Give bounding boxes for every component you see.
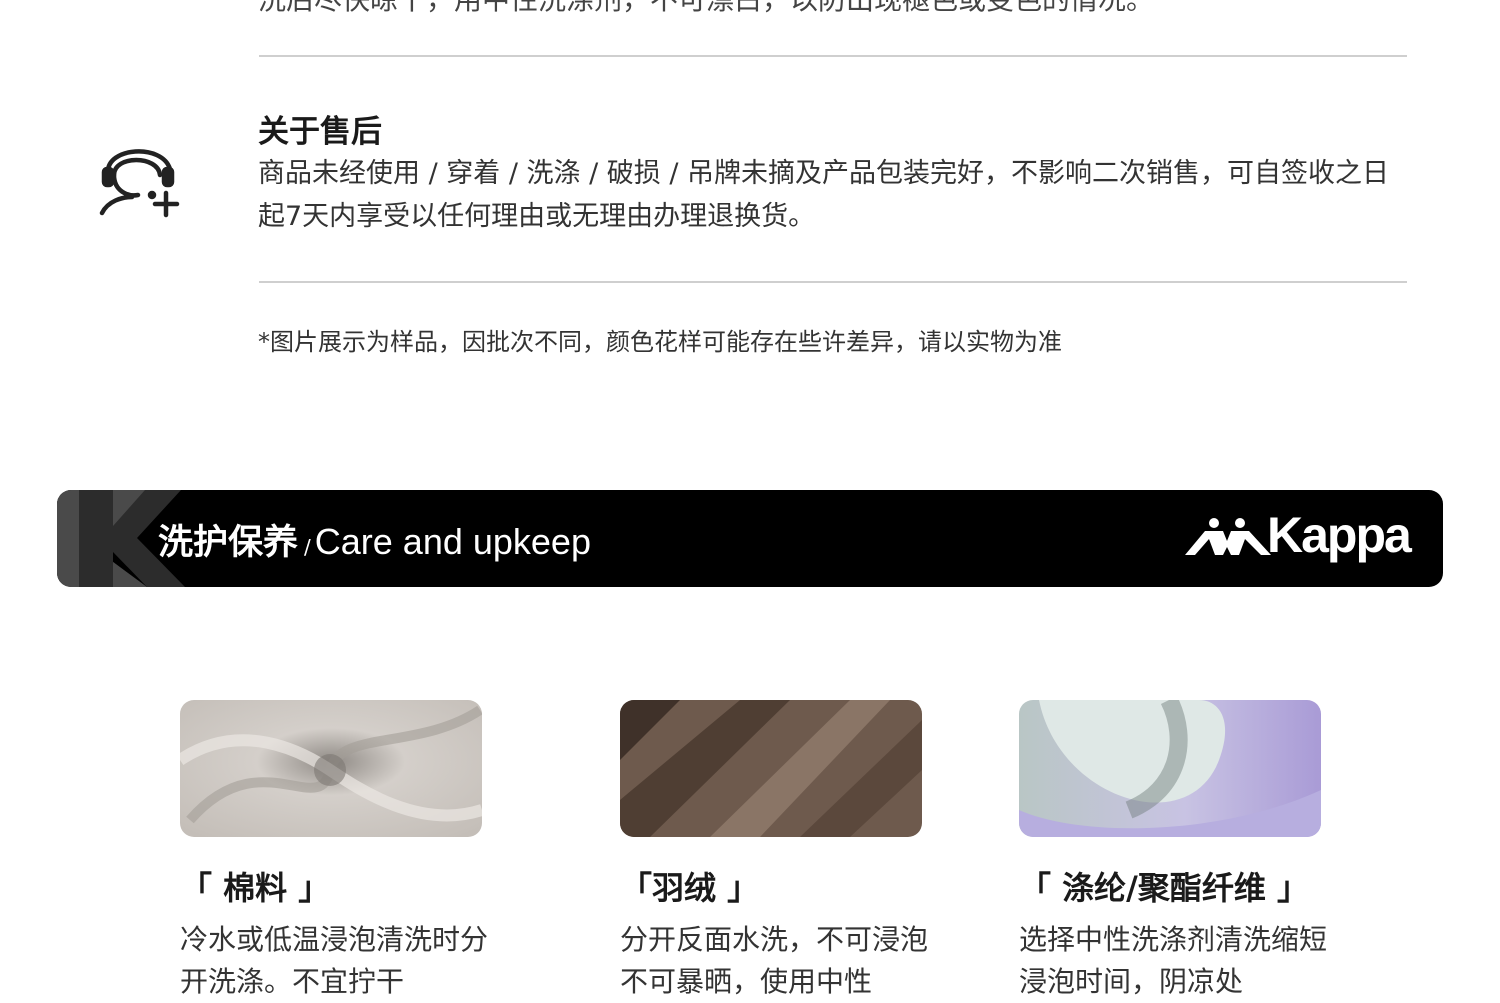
- fabric-card-down: 「羽绒 」 分开反面水洗，不可浸泡不可暴晒，使用中性: [620, 700, 940, 1003]
- banner-title: 洗护保养 / Care and upkeep: [158, 514, 591, 565]
- polyester-title: 「 涤纶/聚酯纤维 」: [1019, 869, 1309, 907]
- after-sale-text: 商品未经使用 / 穿着 / 洗涤 / 破损 / 吊牌未摘及产品包装完好，不影响二…: [258, 158, 1390, 232]
- kappa-wordmark: Kappa: [1267, 507, 1412, 563]
- divider-bottom: [259, 281, 1407, 283]
- banner-title-en: Care and upkeep: [314, 521, 591, 562]
- down-fabric-image: [620, 700, 922, 837]
- fabric-card-polyester: 「 涤纶/聚酯纤维 」 选择中性洗涤剂清洗缩短浸泡时间，阴凉处: [1019, 700, 1339, 1003]
- previous-section-text: 洗后尽快晾干，用中性洗涤剂，不可漂白，以防出现褪色或变色的情况。: [258, 0, 1408, 18]
- polyester-description: 选择中性洗涤剂清洗缩短浸泡时间，阴凉处: [1019, 923, 1328, 998]
- after-sale-title: 关于售后: [258, 114, 382, 150]
- previous-section-icon: [104, 0, 184, 6]
- banner-separator: /: [304, 535, 311, 559]
- care-banner: 洗护保养 / Care and upkeep Kappa: [57, 490, 1443, 587]
- cotton-fabric-image: [180, 700, 482, 837]
- down-title: 「羽绒 」: [620, 869, 760, 907]
- cotton-title: 「 棉料 」: [180, 869, 331, 907]
- fabric-card-cotton: 「 棉料 」 冷水或低温浸泡清洗时分开洗涤。不宜拧干: [180, 700, 500, 1003]
- disclaimer-note: *图片展示为样品，因批次不同，颜色花样可能存在些许差异，请以实物为准: [258, 328, 1062, 356]
- cotton-description: 冷水或低温浸泡清洗时分开洗涤。不宜拧干: [180, 923, 489, 998]
- polyester-fabric-image: [1019, 700, 1321, 837]
- divider-top: [259, 55, 1407, 57]
- kappa-logo-icon: [1185, 518, 1271, 555]
- customer-service-icon: [99, 149, 180, 218]
- banner-title-zh: 洗护保养: [158, 523, 299, 563]
- down-description: 分开反面水洗，不可浸泡不可暴晒，使用中性: [620, 923, 929, 998]
